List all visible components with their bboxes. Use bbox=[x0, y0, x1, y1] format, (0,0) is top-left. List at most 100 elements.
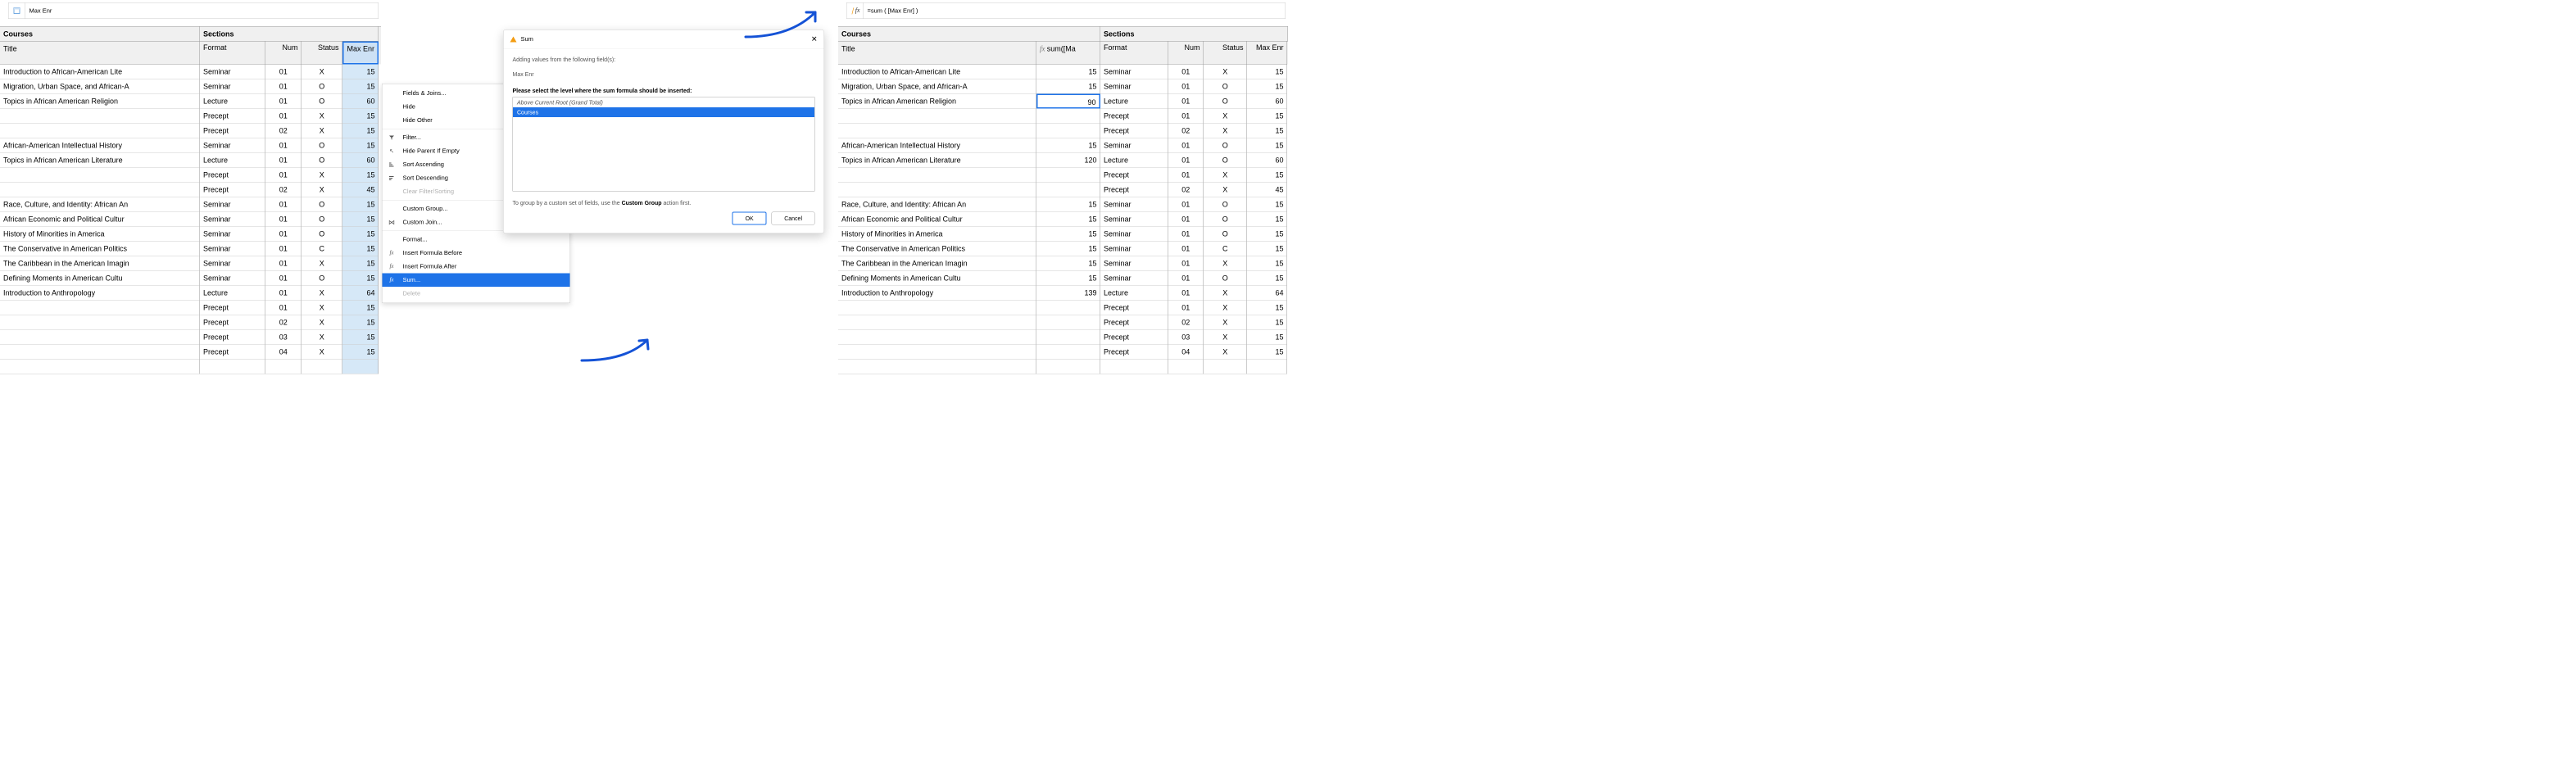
status-cell[interactable]: C bbox=[1204, 242, 1247, 256]
title-cell[interactable]: Migration, Urban Space, and African-A bbox=[838, 79, 1036, 94]
format-cell[interactable]: Precept bbox=[1100, 124, 1168, 138]
num-cell[interactable]: 04 bbox=[1168, 345, 1204, 360]
maxenr-cell[interactable]: 15 bbox=[342, 315, 379, 330]
status-cell[interactable]: X bbox=[302, 124, 342, 138]
format-cell[interactable]: Precept bbox=[200, 315, 265, 330]
maxenr-cell[interactable]: 15 bbox=[1247, 315, 1287, 330]
format-cell[interactable]: Lecture bbox=[200, 286, 265, 301]
status-cell[interactable]: X bbox=[302, 330, 342, 345]
maxenr-cell[interactable]: 15 bbox=[342, 138, 379, 153]
title-cell[interactable] bbox=[0, 360, 200, 374]
status-cell[interactable]: X bbox=[1204, 109, 1247, 124]
status-cell[interactable]: O bbox=[302, 212, 342, 227]
num-cell[interactable]: 02 bbox=[265, 124, 302, 138]
title-header[interactable]: Title bbox=[0, 42, 200, 65]
ok-button[interactable]: OK bbox=[732, 212, 767, 225]
title-cell[interactable]: Migration, Urban Space, and African-A bbox=[0, 79, 200, 94]
format-cell[interactable]: Precept bbox=[200, 330, 265, 345]
num-cell[interactable]: 01 bbox=[1168, 256, 1204, 271]
maxenr-cell[interactable]: 15 bbox=[1247, 138, 1287, 153]
num-cell[interactable]: 03 bbox=[1168, 330, 1204, 345]
sum-cell[interactable] bbox=[1036, 124, 1100, 138]
status-cell[interactable]: O bbox=[1204, 212, 1247, 227]
status-cell[interactable]: X bbox=[1204, 286, 1247, 301]
status-header[interactable]: Status bbox=[302, 42, 342, 65]
format-header-r[interactable]: Format bbox=[1100, 42, 1168, 65]
sum-cell[interactable] bbox=[1036, 345, 1100, 360]
num-cell[interactable]: 01 bbox=[265, 197, 302, 212]
sum-cell[interactable] bbox=[1036, 168, 1100, 183]
num-cell[interactable]: 01 bbox=[265, 286, 302, 301]
num-header[interactable]: Num bbox=[265, 42, 302, 65]
format-cell[interactable]: Seminar bbox=[1100, 227, 1168, 242]
menu-item-insert-formula-before[interactable]: fxInsert Formula Before bbox=[383, 247, 570, 261]
format-cell[interactable]: Lecture bbox=[1100, 153, 1168, 168]
maxenr-cell[interactable]: 15 bbox=[342, 124, 379, 138]
status-cell[interactable]: X bbox=[302, 286, 342, 301]
formula-input-right[interactable]: =sum ( [Max Enr] ) bbox=[864, 7, 1286, 15]
title-cell[interactable] bbox=[838, 168, 1036, 183]
maxenr-cell[interactable]: 64 bbox=[342, 286, 379, 301]
num-cell[interactable]: 02 bbox=[1168, 183, 1204, 197]
status-cell[interactable]: X bbox=[1204, 345, 1247, 360]
menu-item-sum-[interactable]: fxSum... bbox=[383, 274, 570, 288]
maxenr-cell[interactable]: 15 bbox=[342, 256, 379, 271]
num-cell[interactable]: 01 bbox=[1168, 168, 1204, 183]
maxenr-cell[interactable] bbox=[1247, 360, 1287, 374]
num-cell[interactable]: 01 bbox=[265, 138, 302, 153]
num-cell[interactable]: 02 bbox=[265, 183, 302, 197]
maxenr-cell[interactable]: 15 bbox=[1247, 301, 1287, 315]
formula-input-left[interactable]: Max Enr bbox=[25, 7, 379, 15]
num-cell[interactable]: 01 bbox=[1168, 94, 1204, 109]
status-cell[interactable]: X bbox=[302, 168, 342, 183]
num-cell[interactable]: 01 bbox=[1168, 138, 1204, 153]
num-cell[interactable]: 01 bbox=[265, 168, 302, 183]
sum-cell[interactable] bbox=[1036, 330, 1100, 345]
title-cell[interactable] bbox=[838, 315, 1036, 330]
maxenr-cell[interactable]: 15 bbox=[342, 197, 379, 212]
format-cell[interactable]: Lecture bbox=[1100, 286, 1168, 301]
format-cell[interactable]: Seminar bbox=[1100, 65, 1168, 79]
maxenr-cell[interactable]: 60 bbox=[1247, 153, 1287, 168]
num-cell[interactable]: 01 bbox=[1168, 79, 1204, 94]
title-cell[interactable] bbox=[838, 124, 1036, 138]
status-cell[interactable]: O bbox=[302, 227, 342, 242]
sum-cell[interactable]: 15 bbox=[1036, 65, 1100, 79]
sum-cell[interactable] bbox=[1036, 360, 1100, 374]
status-cell[interactable]: O bbox=[302, 94, 342, 109]
sum-cell[interactable]: 120 bbox=[1036, 153, 1100, 168]
num-cell[interactable]: 01 bbox=[265, 212, 302, 227]
num-cell[interactable]: 02 bbox=[1168, 315, 1204, 330]
level-item[interactable]: Courses bbox=[513, 107, 814, 117]
format-cell[interactable]: Precept bbox=[200, 168, 265, 183]
status-cell[interactable]: X bbox=[302, 301, 342, 315]
num-cell[interactable]: 01 bbox=[265, 94, 302, 109]
status-cell[interactable]: C bbox=[302, 242, 342, 256]
status-cell[interactable]: O bbox=[302, 197, 342, 212]
title-cell[interactable]: Race, Culture, and Identity: African An bbox=[838, 197, 1036, 212]
title-cell[interactable] bbox=[0, 301, 200, 315]
sum-cell[interactable] bbox=[1036, 183, 1100, 197]
sum-header-r[interactable]: fx sum([Ma bbox=[1036, 42, 1100, 65]
sum-cell[interactable]: 15 bbox=[1036, 271, 1100, 286]
title-cell[interactable]: The Caribbean in the American Imagin bbox=[838, 256, 1036, 271]
sum-cell[interactable] bbox=[1036, 109, 1100, 124]
title-cell[interactable] bbox=[838, 109, 1036, 124]
maxenr-cell[interactable]: 15 bbox=[1247, 168, 1287, 183]
title-cell[interactable]: Defining Moments in American Cultu bbox=[0, 271, 200, 286]
title-cell[interactable]: The Conservative in American Politics bbox=[0, 242, 200, 256]
format-cell[interactable]: Precept bbox=[200, 183, 265, 197]
num-cell[interactable]: 01 bbox=[265, 65, 302, 79]
num-cell[interactable]: 01 bbox=[1168, 301, 1204, 315]
num-cell[interactable] bbox=[265, 360, 302, 374]
num-cell[interactable]: 04 bbox=[265, 345, 302, 360]
num-cell[interactable]: 01 bbox=[265, 301, 302, 315]
num-cell[interactable]: 01 bbox=[1168, 109, 1204, 124]
sections-header-r[interactable]: Sections bbox=[1100, 27, 1288, 42]
status-cell[interactable]: X bbox=[302, 345, 342, 360]
sum-cell[interactable]: 15 bbox=[1036, 197, 1100, 212]
maxenr-cell[interactable]: 15 bbox=[1247, 65, 1287, 79]
format-cell[interactable]: Seminar bbox=[200, 242, 265, 256]
courses-header[interactable]: Courses bbox=[0, 27, 200, 42]
sum-cell[interactable] bbox=[1036, 315, 1100, 330]
